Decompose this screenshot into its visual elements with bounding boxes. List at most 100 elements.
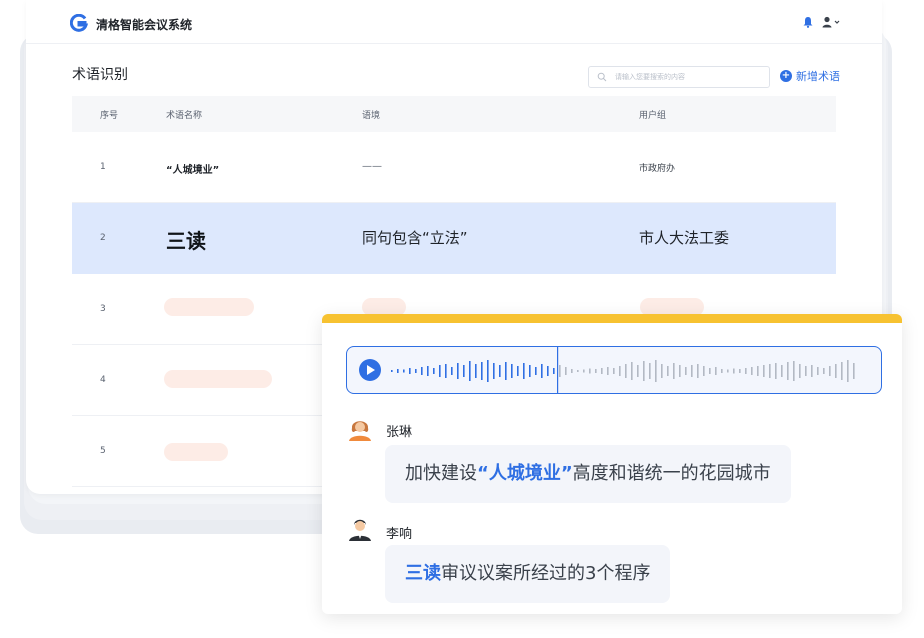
waveform-bar — [547, 366, 549, 376]
waveform-bar — [751, 367, 753, 375]
waveform-bar — [427, 366, 429, 376]
waveform-bar — [475, 364, 477, 378]
highlighted-term: “人城境业” — [477, 463, 573, 484]
waveform-bar — [583, 369, 585, 373]
message-bubble: 加快建设“人城境业”高度和谐统一的花园城市 — [385, 445, 791, 503]
waveform-bar — [619, 366, 621, 376]
waveform-bar — [793, 361, 795, 381]
term-context: —— — [362, 161, 382, 172]
male-avatar-icon — [349, 519, 371, 541]
waveform-bar — [445, 364, 447, 378]
user-group: 市政府办 — [639, 164, 676, 174]
waveform-bar — [625, 364, 627, 378]
waveform-bar — [835, 364, 837, 378]
waveform-bar — [439, 365, 441, 377]
app-title: 清格智能会议系统 — [96, 18, 193, 32]
table-row-selected[interactable]: 2 三读 同句包含“立法” 市人大法工委 — [72, 203, 836, 274]
female-avatar-icon — [349, 421, 371, 441]
add-term-label: 新增术语 — [796, 70, 840, 83]
column-header-group: 用户组 — [639, 111, 667, 121]
row-number: 4 — [100, 375, 106, 385]
waveform-bar — [589, 368, 591, 374]
waveform-bar — [565, 367, 567, 375]
message-bubble: 三读审议议案所经过的3个程序 — [385, 545, 671, 603]
play-icon[interactable] — [359, 359, 381, 381]
waveform-bar — [655, 360, 657, 382]
waveform-bar — [709, 368, 711, 374]
waveform-bar — [463, 365, 465, 377]
waveform-bar — [775, 363, 777, 379]
waveform-bar — [517, 366, 519, 376]
search-icon — [597, 72, 607, 82]
waveform-bar — [637, 365, 639, 377]
waveform-bar — [757, 366, 759, 376]
waveform-bar — [829, 366, 831, 376]
term-context: 同句包含“立法” — [362, 229, 468, 247]
column-header-no: 序号 — [100, 111, 119, 121]
user-group: 市人大法工委 — [639, 229, 730, 247]
waveform-bar — [415, 369, 417, 373]
bell-icon[interactable] — [802, 16, 814, 28]
waveform-bar — [505, 362, 507, 380]
waveform-bar — [787, 362, 789, 380]
message-text: 审议议案所经过的3个程序 — [441, 563, 651, 584]
waveform-bar — [535, 367, 537, 375]
table-header: 序号 术语名称 语境 用户组 — [72, 96, 836, 132]
waveform-bar — [487, 360, 489, 382]
waveform-bar — [667, 366, 669, 376]
waveform-bar — [715, 367, 717, 375]
playback-cursor[interactable] — [557, 347, 559, 394]
search-placeholder: 请输入您要搜索的内容 — [615, 73, 685, 81]
waveform-bar — [841, 362, 843, 380]
message-text: 加快建设 — [405, 463, 477, 484]
waveform-bar — [685, 367, 687, 375]
waveform-bar — [613, 368, 615, 374]
waveform-bar — [643, 361, 645, 381]
message-text: 高度和谐统一的花园城市 — [572, 463, 771, 484]
loading-placeholder — [164, 298, 254, 316]
waveform-bar — [823, 368, 825, 374]
waveform-bar — [631, 362, 633, 380]
top-bar: 清格智能会议系统 — [26, 0, 882, 44]
waveform-bar — [649, 363, 651, 379]
waveform-bar — [721, 369, 723, 373]
waveform-bar — [853, 363, 855, 379]
term-name: “人城境业” — [166, 165, 220, 176]
waveform[interactable] — [347, 347, 882, 394]
plus-icon: + — [780, 70, 792, 82]
user-menu-icon[interactable] — [822, 16, 842, 28]
page-title: 术语识别 — [72, 67, 128, 83]
audio-player[interactable] — [346, 346, 882, 394]
waveform-bar — [673, 363, 675, 379]
waveform-bar — [703, 366, 705, 376]
row-number: 1 — [100, 162, 106, 172]
term-name: 三读 — [166, 229, 206, 253]
card-accent-bar — [322, 314, 902, 323]
waveform-bar — [847, 360, 849, 382]
waveform-bar — [697, 364, 699, 378]
speaker-name: 李响 — [386, 527, 413, 542]
waveform-bar — [391, 370, 393, 372]
waveform-bar — [523, 363, 525, 379]
waveform-bar — [805, 366, 807, 376]
search-input[interactable]: 请输入您要搜索的内容 — [588, 66, 770, 88]
row-number: 2 — [100, 233, 106, 243]
waveform-bar — [595, 369, 597, 373]
waveform-bar — [511, 364, 513, 378]
waveform-bar — [781, 365, 783, 377]
row-number: 5 — [100, 446, 106, 456]
waveform-bar — [421, 367, 423, 375]
waveform-bar — [457, 363, 459, 379]
loading-placeholder — [164, 370, 272, 388]
waveform-bar — [817, 367, 819, 375]
loading-placeholder — [164, 443, 228, 461]
waveform-bar — [493, 363, 495, 379]
table-row[interactable]: 1 “人城境业” —— 市政府办 — [72, 132, 836, 203]
add-term-button[interactable]: + 新增术语 — [780, 68, 840, 84]
waveform-bar — [553, 368, 555, 374]
waveform-bar — [451, 367, 453, 375]
waveform-bar — [403, 369, 405, 373]
waveform-bar — [691, 365, 693, 377]
waveform-bar — [577, 370, 579, 372]
waveform-bar — [481, 362, 483, 380]
